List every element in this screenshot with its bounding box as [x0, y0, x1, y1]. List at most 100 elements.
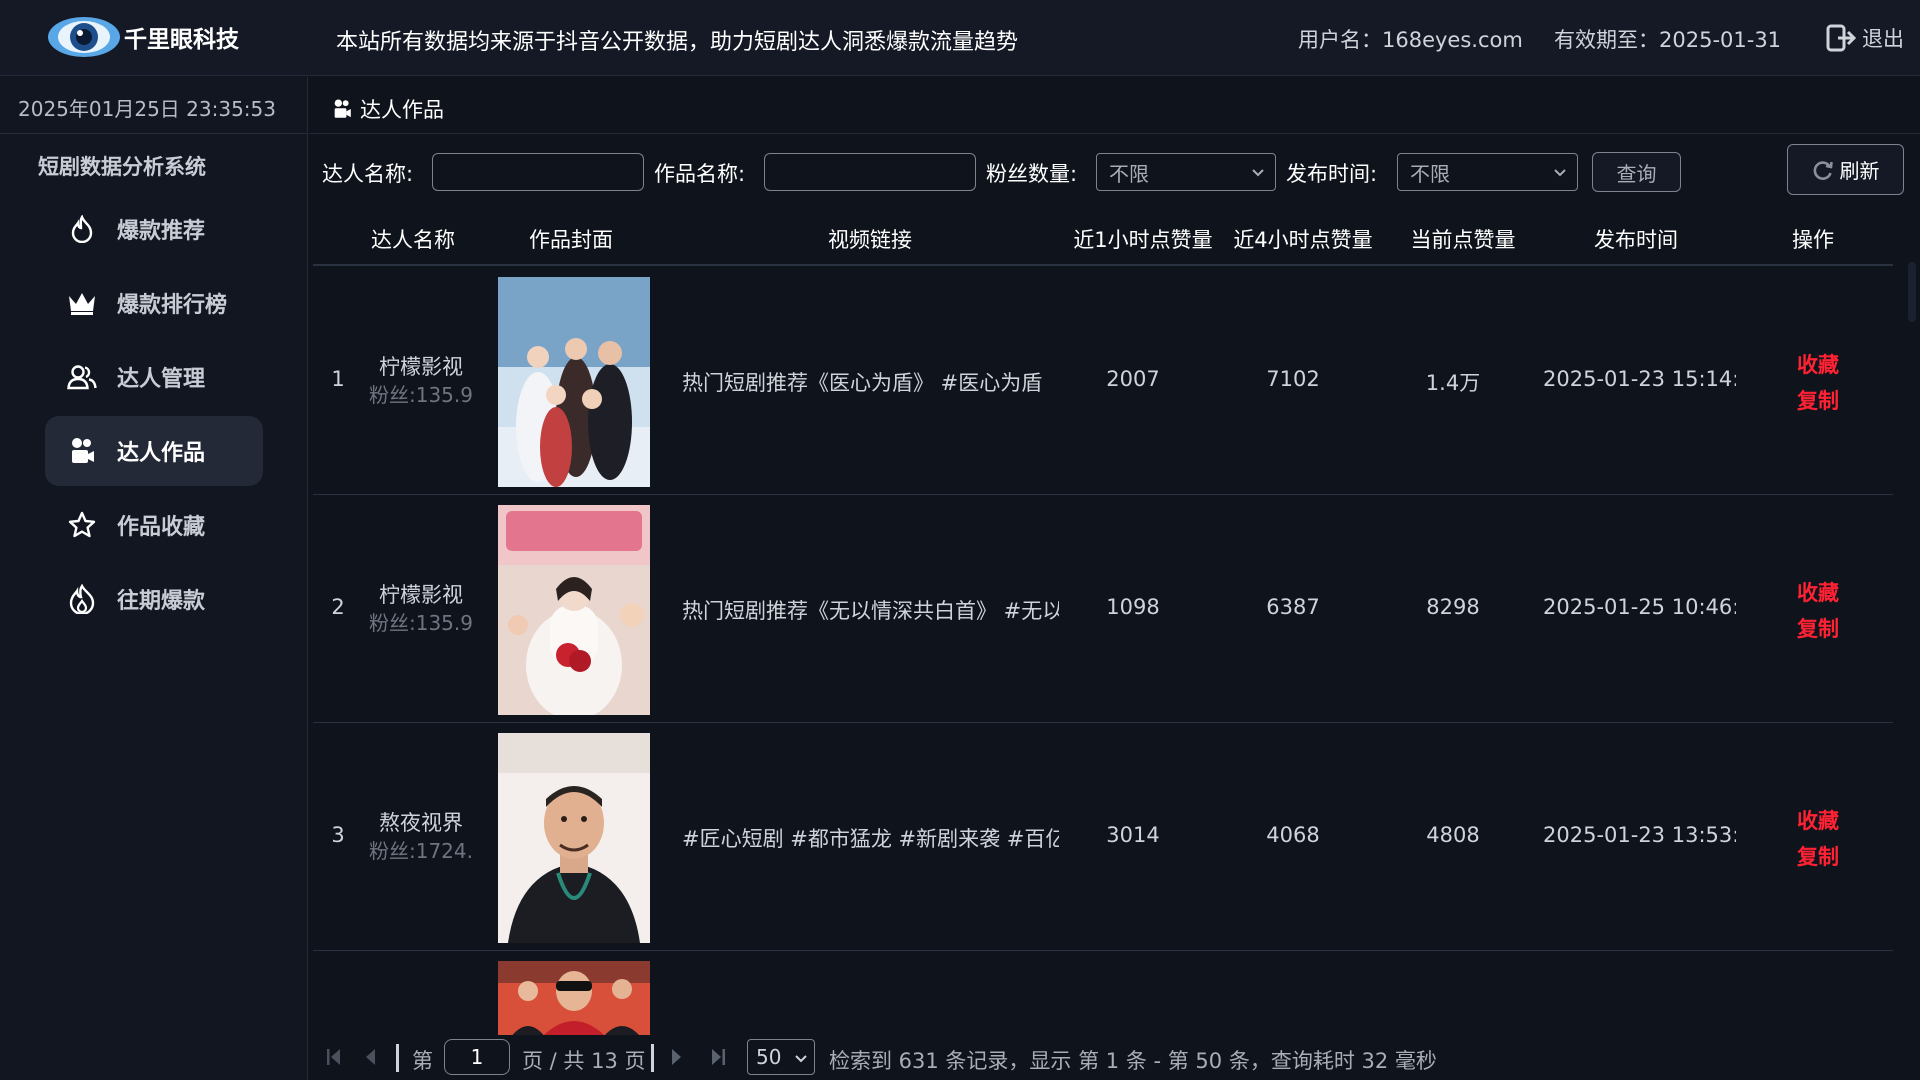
fans-count-label: 粉丝数量: — [986, 162, 1078, 186]
refresh-button-label: 刷新 — [1839, 159, 1880, 183]
pager-separator — [651, 1044, 654, 1072]
video-link[interactable]: #匠心短剧 #都市猛龙 #新剧来袭 #百亿好剧 — [682, 823, 1059, 853]
copy-link[interactable]: 复制 — [1763, 383, 1873, 419]
site-notice: 本站所有数据均来源于抖音公开数据，助力短剧达人洞悉爆款流量趋势 — [336, 30, 1019, 55]
query-button[interactable]: 查询 — [1592, 152, 1681, 192]
sidebar-item-creator-works[interactable]: 达人作品 — [45, 416, 263, 486]
creator-fans: 粉丝:135.9 — [369, 383, 473, 407]
col-header-likes-1h: 近1小时点赞量 — [1073, 228, 1213, 252]
chevron-down-icon — [1252, 169, 1264, 177]
publish-time-label: 发布时间: — [1286, 162, 1378, 186]
actions-cell: 收藏 复制 — [1763, 347, 1873, 419]
row-index: 3 — [331, 823, 345, 847]
video-camera-icon — [67, 436, 97, 466]
username-label: 用户名：168eyes.com — [1298, 28, 1523, 52]
likes-1h: 1098 — [1106, 595, 1160, 619]
creator-fans: 粉丝:135.9 — [369, 611, 473, 635]
likes-current: 4808 — [1426, 823, 1480, 847]
next-page-icon[interactable] — [671, 1047, 683, 1067]
star-icon — [67, 510, 97, 540]
sidebar-item-label: 达人作品 — [117, 441, 206, 466]
breadcrumb: 达人作品 — [332, 94, 444, 124]
col-header-likes-now: 当前点赞量 — [1410, 228, 1516, 252]
last-page-icon[interactable] — [710, 1047, 726, 1067]
page-size-value: 50 — [756, 1045, 782, 1069]
users-icon — [67, 362, 97, 392]
query-button-label: 查询 — [1616, 161, 1657, 186]
chevron-down-icon — [1554, 169, 1566, 177]
table-row: 2 柠檬影视 粉丝:135.9 热门短剧推荐《无以情深共白首》 #无以情 109… — [313, 495, 1893, 723]
publish-time-select[interactable]: 不限 — [1397, 153, 1578, 191]
fans-count-selected: 不限 — [1109, 161, 1149, 186]
fans-count-select[interactable]: 不限 — [1096, 153, 1276, 191]
table-header-divider — [313, 264, 1893, 266]
sidebar-item-hot-recommend[interactable]: 爆款推荐 — [45, 194, 263, 264]
publish-time: 2025-01-23 15:14:46 — [1543, 367, 1736, 391]
expire-date-label: 有效期至：2025-01-31 — [1554, 28, 1782, 52]
current-page-input[interactable] — [444, 1039, 510, 1075]
logout-button[interactable]: 退出 — [1826, 22, 1904, 54]
sidebar-item-label: 爆款推荐 — [117, 219, 206, 244]
likes-1h: 3014 — [1106, 823, 1160, 847]
likes-4h: 6387 — [1266, 595, 1320, 619]
top-bar: 千里眼科技 本站所有数据均来源于抖音公开数据，助力短剧达人洞悉爆款流量趋势 用户… — [0, 0, 1920, 76]
favorite-link[interactable]: 收藏 — [1763, 347, 1873, 383]
logout-label: 退出 — [1862, 27, 1904, 51]
result-summary: 检索到 631 条记录，显示 第 1 条 - 第 50 条，查询耗时 32 毫秒 — [829, 1049, 1437, 1073]
copy-link[interactable]: 复制 — [1763, 839, 1873, 875]
copy-link[interactable]: 复制 — [1763, 611, 1873, 647]
table-row: 1 柠檬影视 粉丝:135.9 热门短剧推荐《医心为盾》 #医心为盾 2007 … — [313, 267, 1893, 495]
publish-time-selected: 不限 — [1410, 161, 1450, 186]
table-row: 3 熬夜视界 粉丝:1724. #匠心短剧 #都市猛龙 #新剧来袭 #百亿好剧 … — [313, 723, 1893, 951]
creator-fans: 粉丝:1724. — [369, 839, 473, 863]
creator-name-input[interactable] — [432, 153, 644, 191]
breadcrumb-label: 达人作品 — [360, 98, 444, 122]
sidebar: 2025年01月25日 23:35:53 短剧数据分析系统 爆款推荐 爆款排行榜… — [0, 77, 308, 1080]
chevron-down-icon — [795, 1055, 807, 1063]
sidebar-divider — [0, 133, 308, 134]
video-link[interactable]: 热门短剧推荐《无以情深共白首》 #无以情 — [682, 595, 1059, 625]
likes-1h: 2007 — [1106, 367, 1160, 391]
video-cover-image[interactable] — [498, 277, 650, 487]
scrollbar-thumb[interactable] — [1908, 262, 1916, 322]
sidebar-item-favorites[interactable]: 作品收藏 — [45, 490, 263, 560]
sidebar-item-label: 达人管理 — [117, 367, 206, 392]
sidebar-item-creator-manage[interactable]: 达人管理 — [45, 342, 263, 412]
video-camera-icon — [334, 99, 351, 118]
creator-name-label: 达人名称: — [322, 162, 414, 186]
favorite-link[interactable]: 收藏 — [1763, 803, 1873, 839]
video-cover-image[interactable] — [498, 505, 650, 715]
likes-current: 1.4万 — [1425, 371, 1481, 395]
video-cover-image[interactable] — [498, 733, 650, 943]
brand-name: 千里眼科技 — [124, 27, 239, 53]
creator-cell: 柠檬影视 粉丝:135.9 — [353, 353, 489, 409]
col-header-creator: 达人名称 — [371, 228, 455, 252]
first-page-icon[interactable] — [326, 1047, 342, 1067]
creator-name[interactable]: 柠檬影视 — [353, 581, 489, 609]
work-name-label: 作品名称: — [654, 162, 746, 186]
favorite-link[interactable]: 收藏 — [1763, 575, 1873, 611]
likes-4h: 7102 — [1266, 367, 1320, 391]
row-index: 1 — [331, 367, 345, 391]
col-header-actions: 操作 — [1792, 228, 1834, 252]
sidebar-item-hot-ranking[interactable]: 爆款排行榜 — [45, 268, 263, 338]
page-size-select[interactable]: 50 — [747, 1039, 815, 1075]
fire-outline-icon — [67, 584, 97, 614]
creator-name[interactable]: 柠檬影视 — [353, 353, 489, 381]
work-name-input[interactable] — [764, 153, 976, 191]
eye-logo-icon — [48, 17, 120, 57]
actions-cell: 收藏 复制 — [1763, 803, 1873, 875]
page-total-label: 页 / 共 13 页 — [522, 1049, 646, 1073]
refresh-button[interactable]: 刷新 — [1787, 144, 1904, 195]
row-index: 2 — [331, 595, 345, 619]
publish-time: 2025-01-25 10:46:17 — [1543, 595, 1736, 619]
flame-icon — [67, 214, 97, 244]
col-header-likes-4h: 近4小时点赞量 — [1233, 228, 1373, 252]
video-cover-image[interactable] — [498, 961, 650, 1041]
prev-page-icon[interactable] — [364, 1047, 376, 1067]
sidebar-item-past-hits[interactable]: 往期爆款 — [45, 564, 263, 634]
current-datetime: 2025年01月25日 23:35:53 — [18, 97, 276, 121]
creator-name[interactable]: 熬夜视界 — [353, 809, 489, 837]
video-link[interactable]: 热门短剧推荐《医心为盾》 #医心为盾 — [682, 367, 1059, 397]
col-header-video-link: 视频链接 — [828, 228, 912, 252]
